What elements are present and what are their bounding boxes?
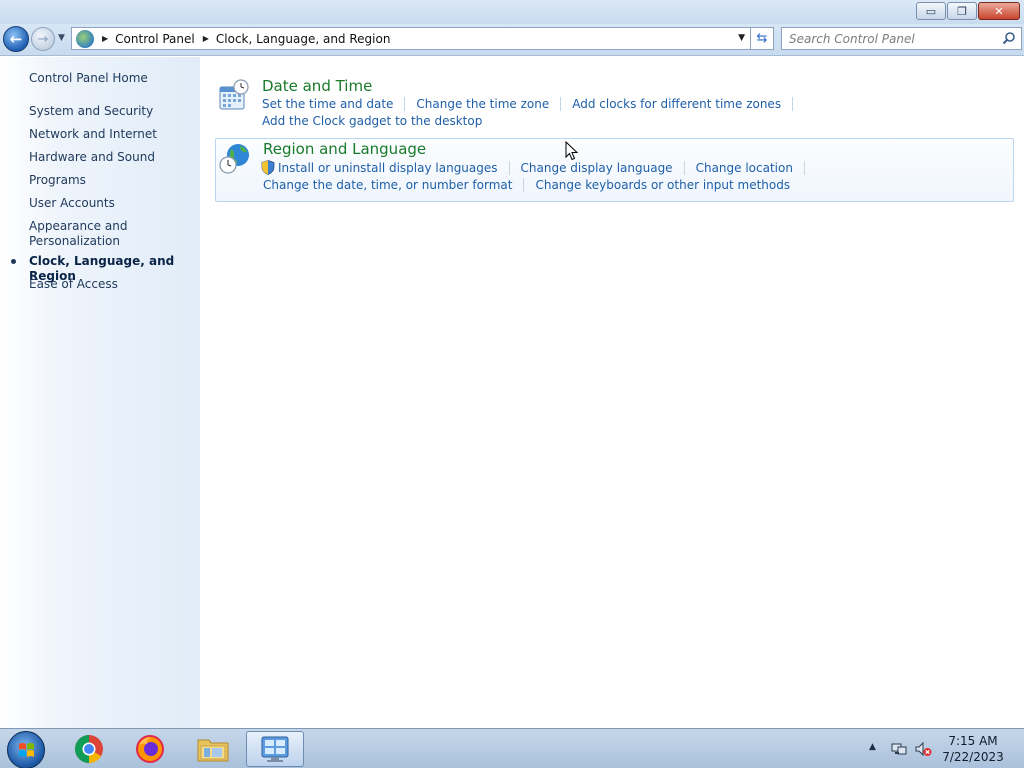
calendar-clock-icon[interactable] bbox=[218, 79, 250, 111]
taskbar-chrome[interactable] bbox=[60, 731, 118, 767]
sidebar-item-ease-of-access[interactable]: Ease of Access bbox=[29, 277, 118, 292]
breadcrumb-separator[interactable]: ▶ bbox=[102, 34, 108, 43]
clock-time: 7:15 AM bbox=[948, 734, 998, 748]
forward-button[interactable]: → bbox=[31, 27, 55, 51]
taskbar-control-panel[interactable] bbox=[246, 731, 304, 767]
search-box[interactable] bbox=[781, 27, 1022, 50]
change-location-link[interactable]: Change location bbox=[696, 161, 793, 175]
link-divider bbox=[792, 97, 794, 111]
add-clock-gadget-link[interactable]: Add the Clock gadget to the desktop bbox=[262, 114, 482, 128]
taskbar-firefox[interactable] bbox=[121, 731, 179, 767]
uac-shield-icon bbox=[261, 160, 275, 175]
control-panel-icon bbox=[261, 736, 289, 762]
set-time-and-date-link[interactable]: Set the time and date bbox=[262, 97, 393, 111]
mouse-cursor-icon bbox=[565, 141, 579, 161]
change-time-zone-link[interactable]: Change the time zone bbox=[416, 97, 549, 111]
change-display-language-link[interactable]: Change display language bbox=[521, 161, 673, 175]
sidebar-item-appearance-personalization[interactable]: Appearance and Personalization bbox=[29, 219, 139, 249]
add-clocks-link[interactable]: Add clocks for different time zones bbox=[572, 97, 781, 111]
network-icon[interactable] bbox=[890, 740, 908, 758]
windows-logo-icon bbox=[19, 743, 34, 757]
address-dropdown-button[interactable]: ▼ bbox=[738, 33, 745, 43]
sidebar-item-control-panel-home[interactable]: Control Panel Home bbox=[29, 71, 148, 86]
change-keyboards-link[interactable]: Change keyboards or other input methods bbox=[535, 178, 790, 192]
link-divider bbox=[560, 97, 562, 111]
sidebar-item-hardware-sound[interactable]: Hardware and Sound bbox=[29, 150, 155, 165]
title-bar: ▭ ❐ ✕ bbox=[0, 0, 1024, 24]
link-divider bbox=[523, 178, 525, 192]
back-button[interactable]: ← bbox=[3, 26, 29, 52]
current-item-bullet bbox=[11, 259, 16, 264]
category-date-and-time: Date and Time Set the time and date Chan… bbox=[215, 75, 1014, 135]
sidebar: Control Panel Home System and Security N… bbox=[0, 57, 200, 728]
close-button[interactable]: ✕ bbox=[978, 2, 1020, 20]
search-input[interactable] bbox=[782, 28, 992, 49]
link-divider bbox=[404, 97, 406, 111]
breadcrumb-separator[interactable]: ▶ bbox=[203, 34, 209, 43]
firefox-icon bbox=[136, 735, 164, 763]
link-divider bbox=[803, 160, 805, 175]
taskbar-file-explorer[interactable] bbox=[184, 731, 242, 767]
start-button[interactable] bbox=[7, 731, 45, 768]
volume-muted-icon[interactable] bbox=[914, 740, 932, 758]
main-content: Date and Time Set the time and date Chan… bbox=[200, 57, 1024, 728]
system-clock[interactable]: 7:15 AM 7/22/2023 bbox=[940, 733, 1006, 765]
install-display-languages-link[interactable]: Install or uninstall display languages bbox=[278, 161, 498, 175]
region-and-language-links-row1: Install or uninstall display languages C… bbox=[261, 160, 816, 175]
restore-button[interactable]: ❐ bbox=[947, 2, 977, 20]
category-region-and-language: Region and Language Install or uninstall… bbox=[215, 138, 1014, 202]
clock-date: 7/22/2023 bbox=[942, 750, 1004, 764]
sidebar-item-network-internet[interactable]: Network and Internet bbox=[29, 127, 157, 142]
control-panel-icon bbox=[76, 29, 94, 48]
link-divider bbox=[683, 160, 685, 175]
recent-pages-dropdown[interactable]: ▼ bbox=[58, 33, 65, 43]
date-and-time-links-row1: Set the time and date Change the time zo… bbox=[262, 97, 804, 111]
sidebar-item-programs[interactable]: Programs bbox=[29, 173, 86, 188]
sidebar-item-user-accounts[interactable]: User Accounts bbox=[29, 196, 115, 211]
breadcrumb-clock-language-region[interactable]: Clock, Language, and Region bbox=[216, 32, 391, 46]
globe-clock-icon[interactable] bbox=[219, 143, 251, 175]
show-hidden-icons-button[interactable]: ▲ bbox=[869, 742, 876, 752]
chrome-icon bbox=[75, 735, 103, 763]
region-and-language-links-row2: Change the date, time, or number format … bbox=[263, 178, 790, 192]
sidebar-item-system-security[interactable]: System and Security bbox=[29, 104, 153, 119]
change-date-time-number-format-link[interactable]: Change the date, time, or number format bbox=[263, 178, 512, 192]
link-divider bbox=[508, 160, 510, 175]
file-explorer-icon bbox=[197, 739, 229, 762]
navigation-bar: ← → ▼ ▶ Control Panel ▶ Clock, Language,… bbox=[0, 24, 1024, 56]
taskbar: ▲ 7:15 AM 7/22/2023 bbox=[0, 728, 1024, 768]
date-and-time-title[interactable]: Date and Time bbox=[262, 77, 372, 95]
address-bar[interactable]: ▶ Control Panel ▶ Clock, Language, and R… bbox=[71, 27, 751, 50]
minimize-button[interactable]: ▭ bbox=[916, 2, 946, 20]
refresh-button[interactable]: ⇆ bbox=[751, 27, 774, 50]
window-controls: ▭ ❐ ✕ bbox=[916, 2, 1020, 20]
date-and-time-links-row2: Add the Clock gadget to the desktop bbox=[262, 114, 482, 128]
region-and-language-title[interactable]: Region and Language bbox=[263, 140, 426, 158]
breadcrumb-control-panel[interactable]: Control Panel bbox=[115, 32, 195, 46]
search-icon[interactable] bbox=[1002, 31, 1016, 45]
